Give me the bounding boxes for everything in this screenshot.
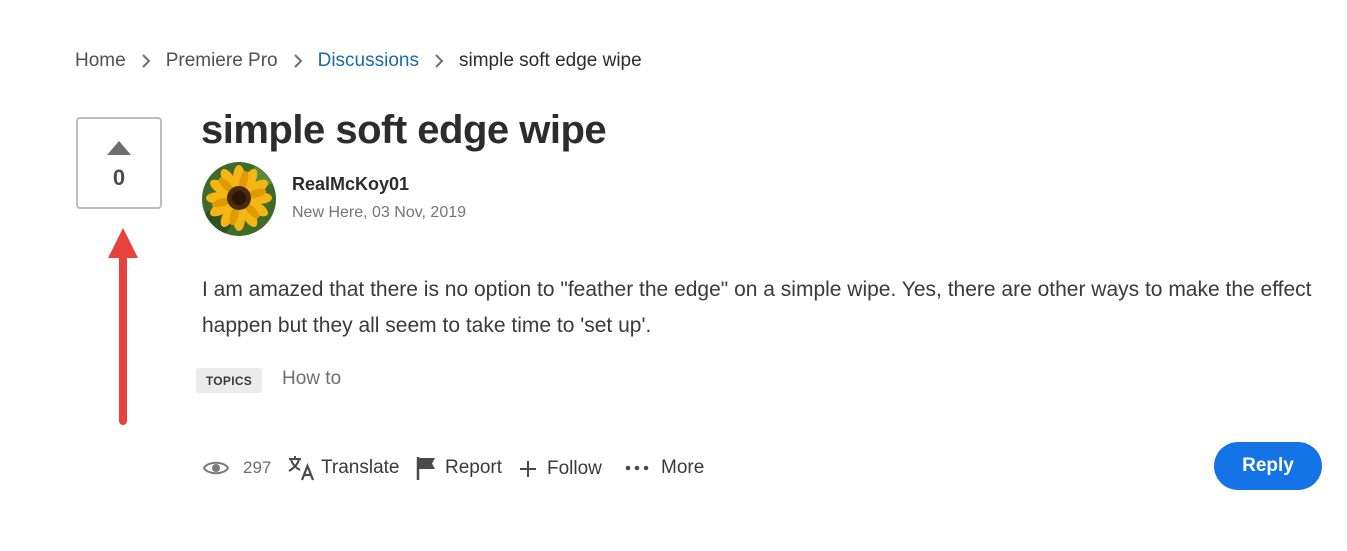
topics-badge: TOPICS <box>196 368 262 393</box>
reply-button[interactable]: Reply <box>1214 442 1322 490</box>
eye-icon <box>203 459 229 477</box>
page-title: simple soft edge wipe <box>201 108 607 152</box>
more-label: More <box>661 457 705 478</box>
chevron-right-icon <box>141 54 151 68</box>
views: 297 <box>203 451 271 485</box>
breadcrumb: Home Premiere Pro Discussions simple sof… <box>75 50 642 72</box>
topic-link[interactable]: How to <box>282 368 341 390</box>
flag-icon <box>415 455 439 481</box>
chevron-right-icon <box>434 54 444 68</box>
breadcrumb-current: simple soft edge wipe <box>458 50 642 71</box>
views-count: 297 <box>243 458 272 477</box>
vote-count: 0 <box>112 165 126 190</box>
translate-button[interactable]: Translate <box>287 451 400 485</box>
avatar[interactable] <box>202 162 276 236</box>
author-name[interactable]: RealMcKoy01 <box>292 174 409 195</box>
vote-widget: 0 <box>76 117 162 209</box>
breadcrumb-discussions[interactable]: Discussions <box>318 50 419 72</box>
follow-button[interactable]: Follow <box>519 452 602 486</box>
translate-icon <box>287 455 315 481</box>
follow-label: Follow <box>547 458 602 479</box>
ellipsis-icon <box>625 464 649 472</box>
translate-label: Translate <box>321 457 400 478</box>
report-label: Report <box>445 457 503 478</box>
chevron-right-icon <box>293 54 303 68</box>
author-meta: New Here, 03 Nov, 2019 <box>292 204 467 221</box>
upvote-icon[interactable] <box>107 141 131 155</box>
post-body: I am amazed that there is no option to "… <box>202 278 1312 337</box>
report-button[interactable]: Report <box>415 451 502 485</box>
red-arrow-annotation <box>108 228 138 425</box>
more-button[interactable]: More <box>625 451 704 485</box>
breadcrumb-home[interactable]: Home <box>75 50 126 72</box>
plus-icon <box>519 460 537 478</box>
breadcrumb-premiere-pro[interactable]: Premiere Pro <box>166 50 278 72</box>
